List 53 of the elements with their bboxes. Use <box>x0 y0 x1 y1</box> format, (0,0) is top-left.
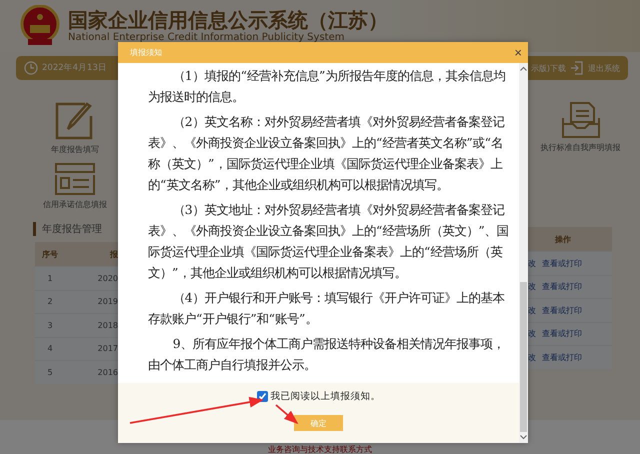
table-cell-text: 4 <box>46 344 54 354</box>
form-icon[interactable] <box>55 163 95 195</box>
edit-link[interactable]: 改 <box>528 281 536 292</box>
scroll-up-icon[interactable] <box>520 66 527 71</box>
pencil-icon[interactable] <box>55 102 95 140</box>
agree-label[interactable]: 我已阅读以上填报须知。 <box>270 390 380 403</box>
close-button[interactable]: × <box>514 46 522 59</box>
logout-link[interactable]: 退出系统 <box>588 62 620 74</box>
table-cell-text: 2 <box>46 297 54 306</box>
dialog-title: 填报须知 <box>130 47 162 58</box>
column-header: 操作 <box>555 234 571 244</box>
download-link[interactable]: 示版)下载 <box>530 62 566 74</box>
notice-paragraph: （4）开户银行和开户账号：填写银行《开户许可证》上的基本存款账户“开户银行”和“账号”。 <box>148 289 506 328</box>
view-print-link[interactable]: 查看或打印 <box>542 352 582 363</box>
emblem-icon <box>20 5 60 47</box>
scrollbar[interactable] <box>519 63 528 443</box>
notice-paragraph: （2）英文名称：对外贸易经营者填《对外贸易经营者备案登记表》、《外商投资企业设立备案回执》上的“经营者英文名称”或“名称（英文）”，国际货运代理企业填《国际货运代理企业备案表》上的“英文名称”，其他企业或组织机构可以根据情况填写。 <box>148 113 506 194</box>
view-print-link[interactable]: 查看或打印 <box>542 281 582 292</box>
logout-icon <box>570 61 584 75</box>
edit-link[interactable]: 改 <box>528 328 536 340</box>
tile-label[interactable]: 年度报告填写 <box>51 144 99 155</box>
column-header: 报 <box>108 248 118 260</box>
view-print-link[interactable]: 查看或打印 <box>542 304 582 316</box>
table-cell-text: 3 <box>46 320 54 330</box>
table-cell-text: 2017 <box>96 344 118 354</box>
view-print-link[interactable]: 查看或打印 <box>542 328 582 340</box>
edit-link[interactable]: 改 <box>528 352 536 363</box>
table-cell-text: 5 <box>46 368 54 377</box>
section-title: 年度报告管理 <box>33 222 102 236</box>
edit-link[interactable]: 改 <box>528 258 536 269</box>
scrollbar-thumb[interactable] <box>520 282 527 432</box>
table-cell-text: 2016 <box>96 368 118 377</box>
tray-icon[interactable] <box>560 102 600 138</box>
date-text: 2022年4月13日 <box>42 62 107 74</box>
table-cell-text: 2020 <box>96 274 118 283</box>
footer-text[interactable]: 业务咨询与技术支持联系方式 <box>268 445 372 454</box>
view-print-link[interactable]: 查看或打印 <box>542 258 582 269</box>
table-cell-text: 1 <box>46 274 54 283</box>
notice-paragraph: 9、所有应年报个体工商户需报送特种设备相关情况年报事项，由个体工商户自行填报并公示。 <box>148 335 506 374</box>
column-header: 序号 <box>41 248 59 260</box>
table-cell-text: 2019 <box>96 297 118 306</box>
tile-label[interactable]: 执行标准自我声明填报 <box>540 142 620 153</box>
site-title: 国家企业信用信息公示系统（江苏） <box>68 8 388 32</box>
confirm-button[interactable]: 确定 <box>294 415 343 431</box>
site-subtitle: National Enterprise Credit Information Publicity System <box>68 32 346 44</box>
clock-icon <box>24 61 38 75</box>
notice-paragraph: （3）英文地址：对外贸易经营者填《对外贸易经营者备案登记表》、《外商投资企业设立备案回执》上的“经营场所（英文）”、国际货运代理企业填《国际货运代理企业备案表》上的“经营场所（英文）”，其他企业或组织机构可以根据情况填写。 <box>148 201 510 282</box>
notice-paragraph: （1）填报的“经营补充信息”为所报告年度的信息，其余信息均为报送时的信息。 <box>148 67 506 106</box>
arrow-annotation <box>275 404 298 424</box>
tile-label[interactable]: 信用承诺信息填报 <box>43 199 107 210</box>
edit-link[interactable]: 改 <box>528 304 536 316</box>
scroll-down-icon[interactable] <box>520 435 527 440</box>
table-cell-text: 2018 <box>96 320 118 330</box>
